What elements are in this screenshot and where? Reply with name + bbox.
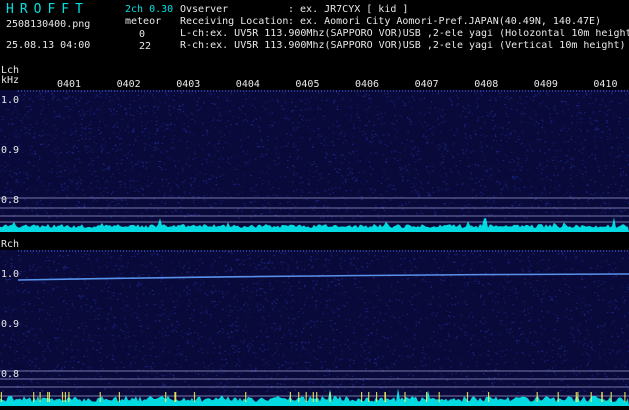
rch-info: R-ch:ex. UV5R 113.900Mhz(SAPPORO VOR)USB… (180, 41, 626, 51)
meteor-count-lch: 0 (139, 29, 146, 40)
lch-ytick-0.9: 0.9 (1, 145, 20, 156)
time-tick-0409: 0409 (533, 79, 558, 90)
meteor-count-rch: 22 (139, 41, 152, 52)
lch-spectrogram-svg (0, 90, 629, 232)
lch-unit: kHz (1, 75, 20, 86)
rch-ytick-1.0: 1.0 (1, 269, 20, 280)
file-name: 2508130400.png (6, 19, 91, 30)
rch-ytick-0.8: 0.8 (1, 369, 20, 380)
rch-ytick-0.9: 0.9 (1, 319, 20, 330)
time-tick-0407: 0407 (414, 79, 439, 90)
lch-info: L-ch:ex. UV5R 113.900Mhz(SAPPORO VOR)USB… (180, 29, 629, 39)
location-value: : ex. Aomori City Aomori-Pref.JAPAN(40.4… (288, 16, 602, 27)
lch-spectrogram (0, 90, 629, 232)
lch-ytick-1.0: 1.0 (1, 95, 20, 106)
observer-value: : ex. JR7CYX [ kid ] (288, 4, 409, 15)
time-tick-0404: 0404 (235, 79, 260, 90)
meteor-label: meteor (125, 16, 162, 27)
time-tick-0403: 0403 (176, 79, 201, 90)
location-label: Receiving Location (180, 16, 289, 27)
rch-label: Rch (1, 239, 20, 250)
rch-spectrogram-svg (0, 250, 629, 406)
time-tick-0410: 0410 (593, 79, 618, 90)
time-tick-0408: 0408 (474, 79, 499, 90)
time-tick-0401: 0401 (57, 79, 82, 90)
rch-spectrogram (0, 250, 629, 406)
time-tick-0405: 0405 (295, 79, 320, 90)
observer-label: Ovserver (180, 4, 229, 15)
panel-bg (0, 250, 629, 406)
app-brand: HROFFT (6, 2, 89, 17)
lch-ytick-0.8: 0.8 (1, 195, 20, 206)
time-tick-0402: 0402 (116, 79, 141, 90)
app-version: 2ch 0.30 (125, 4, 174, 15)
time-tick-0406: 0406 (355, 79, 380, 90)
datetime: 25.08.13 04:00 (6, 40, 91, 51)
